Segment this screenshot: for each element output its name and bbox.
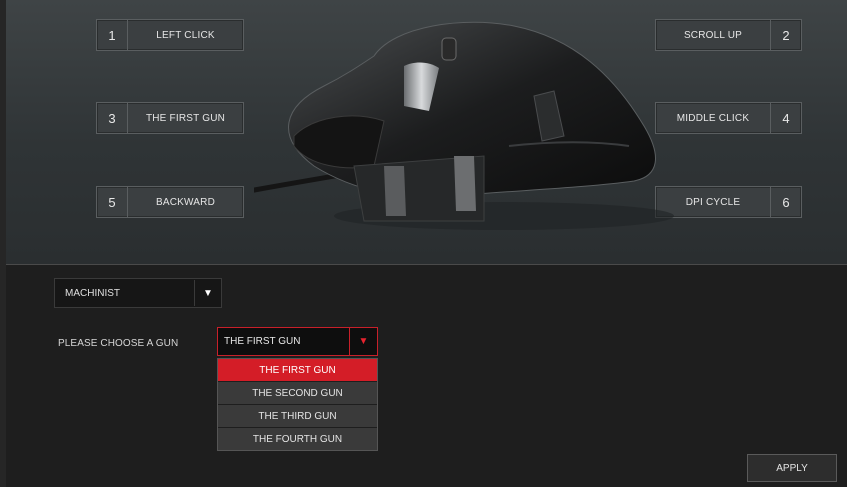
mapping-label: THE FIRST GUN: [145, 112, 226, 124]
gun-option-first[interactable]: THE FIRST GUN: [218, 359, 377, 382]
gun-select-value: THE FIRST GUN: [224, 336, 301, 347]
mapping-number: 3: [97, 103, 128, 133]
mouse-preview-panel: 1 LEFT CLICK 3 THE FIRST GUN 5 BACKWARD …: [6, 0, 847, 265]
mouse-image: [254, 21, 674, 230]
mapping-number: 6: [770, 187, 801, 217]
mapping-number: 2: [770, 20, 801, 50]
chevron-down-icon[interactable]: ▼: [194, 280, 221, 306]
mapping-label: BACKWARD: [155, 196, 215, 208]
gun-option-third[interactable]: THE THIRD GUN: [218, 405, 377, 428]
mapping-number: 4: [770, 103, 801, 133]
profile-select[interactable]: MACHINIST ▼: [54, 278, 222, 308]
mapping-button-5[interactable]: 5 BACKWARD: [96, 186, 244, 218]
mapping-button-3[interactable]: 3 THE FIRST GUN: [96, 102, 244, 134]
mapping-number: 1: [97, 20, 128, 50]
apply-button[interactable]: APPLY: [747, 454, 837, 482]
mapping-button-1[interactable]: 1 LEFT CLICK: [96, 19, 244, 51]
mapping-label: LEFT CLICK: [156, 29, 215, 41]
mapping-button-6[interactable]: DPI CYCLE 6: [655, 186, 802, 218]
gun-select[interactable]: THE FIRST GUN ▼: [217, 327, 378, 356]
mapping-number: 5: [97, 187, 128, 217]
chevron-down-icon[interactable]: ▼: [349, 328, 377, 355]
mapping-button-2[interactable]: SCROLL UP 2: [655, 19, 802, 51]
gun-option-second[interactable]: THE SECOND GUN: [218, 382, 377, 405]
app-window: 1 LEFT CLICK 3 THE FIRST GUN 5 BACKWARD …: [0, 0, 847, 487]
mapping-button-4[interactable]: MIDDLE CLICK 4: [655, 102, 802, 134]
gun-option-fourth[interactable]: THE FOURTH GUN: [218, 428, 377, 450]
gun-dropdown-list: THE FIRST GUN THE SECOND GUN THE THIRD G…: [217, 358, 378, 451]
gun-choose-label: PLEASE CHOOSE A GUN: [58, 338, 179, 349]
profile-select-value: MACHINIST: [65, 287, 120, 299]
